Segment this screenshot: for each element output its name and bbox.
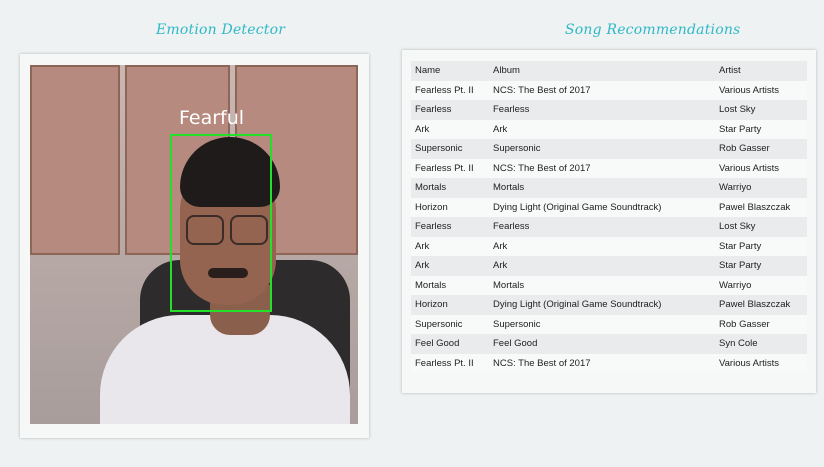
table-row: Fearless Fearless Lost Sky (411, 217, 807, 237)
album-cell: Ark (493, 123, 508, 135)
song-name-cell: Fearless Pt. II (415, 357, 474, 369)
artist-cell: Star Party (719, 260, 762, 272)
table-row: Ark Ark Star Party (411, 119, 807, 139)
song-name-cell: Horizon (415, 299, 448, 311)
album-cell: Supersonic (493, 318, 541, 330)
artist-cell: Warriyo (719, 279, 752, 291)
song-recommendations-title: Song Recommendations (565, 22, 741, 38)
artist-cell: Various Artists (719, 357, 780, 369)
table-row: Mortals Mortals Warriyo (411, 275, 807, 295)
album-cell: Fearless (493, 104, 530, 116)
album-cell: NCS: The Best of 2017 (493, 162, 591, 174)
face-detection-box (170, 134, 272, 312)
album-cell: NCS: The Best of 2017 (493, 357, 591, 369)
table-row: Supersonic Supersonic Rob Gasser (411, 139, 807, 159)
artist-cell: Star Party (719, 123, 762, 135)
table-row: Ark Ark Star Party (411, 236, 807, 256)
song-name-cell: Feel Good (415, 338, 460, 350)
song-name-cell: Fearless Pt. II (415, 84, 474, 96)
album-cell: Mortals (493, 182, 525, 194)
table-row: Fearless Fearless Lost Sky (411, 100, 807, 120)
webcam-card: Fearful (20, 54, 369, 438)
artist-cell: Lost Sky (719, 221, 756, 233)
table-row: Fearless Pt. II NCS: The Best of 2017 Vari… (411, 353, 807, 373)
table-row: Supersonic Supersonic Rob Gasser (411, 314, 807, 334)
table-row: Horizon Dying Light (Original Game Soundt… (411, 197, 807, 217)
emotion-detector-title: Emotion Detector (156, 22, 286, 38)
album-cell: Ark (493, 240, 508, 252)
album-cell: Fearless (493, 221, 530, 233)
artist-cell: Various Artists (719, 162, 780, 174)
song-table: Name Album Artist Fearless Pt. II NCS: The B… (411, 61, 807, 373)
song-name-cell: Supersonic (415, 143, 463, 155)
artist-cell: Warriyo (719, 182, 752, 194)
song-name-cell: Fearless (415, 104, 452, 116)
artist-cell: Syn Cole (719, 338, 758, 350)
song-name-cell: Ark (415, 260, 430, 272)
album-cell: Dying Light (Original Game Soundtrack) (493, 299, 662, 311)
artist-cell: Lost Sky (719, 104, 756, 116)
artist-cell: Rob Gasser (719, 318, 770, 330)
album-cell: Mortals (493, 279, 525, 291)
artist-cell: Pawel Blaszczak (719, 299, 791, 311)
column-header: Album (493, 65, 520, 77)
song-name-cell: Ark (415, 240, 430, 252)
song-name-cell: Mortals (415, 279, 447, 291)
emotion-label: Fearful (179, 107, 245, 129)
song-name-cell: Fearless Pt. II (415, 162, 474, 174)
table-header-row: Name Album Artist (411, 61, 807, 81)
table-row: Fearless Pt. II NCS: The Best of 2017 Vari… (411, 158, 807, 178)
song-name-cell: Supersonic (415, 318, 463, 330)
artist-cell: Rob Gasser (719, 143, 770, 155)
album-cell: Ark (493, 260, 508, 272)
song-name-cell: Horizon (415, 201, 448, 213)
album-cell: Feel Good (493, 338, 538, 350)
album-cell: Dying Light (Original Game Soundtrack) (493, 201, 662, 213)
table-row: Horizon Dying Light (Original Game Soundt… (411, 295, 807, 315)
column-header: Name (415, 65, 441, 77)
song-name-cell: Mortals (415, 182, 447, 194)
table-row: Fearless Pt. II NCS: The Best of 2017 Vari… (411, 80, 807, 100)
table-row: Mortals Mortals Warriyo (411, 178, 807, 198)
song-table-card: Name Album Artist Fearless Pt. II NCS: The B… (402, 50, 816, 393)
cropped-page-heading (250, 0, 580, 6)
artist-cell: Pawel Blaszczak (719, 201, 791, 213)
artist-cell: Star Party (719, 240, 762, 252)
album-cell: NCS: The Best of 2017 (493, 84, 591, 96)
song-name-cell: Fearless (415, 221, 452, 233)
album-cell: Supersonic (493, 143, 541, 155)
column-header: Artist (719, 65, 741, 77)
table-row: Ark Ark Star Party (411, 256, 807, 276)
artist-cell: Various Artists (719, 84, 780, 96)
cabinet-left (30, 65, 120, 255)
song-name-cell: Ark (415, 123, 430, 135)
webcam-feed: Fearful (30, 65, 358, 424)
table-row: Feel Good Feel Good Syn Cole (411, 334, 807, 354)
